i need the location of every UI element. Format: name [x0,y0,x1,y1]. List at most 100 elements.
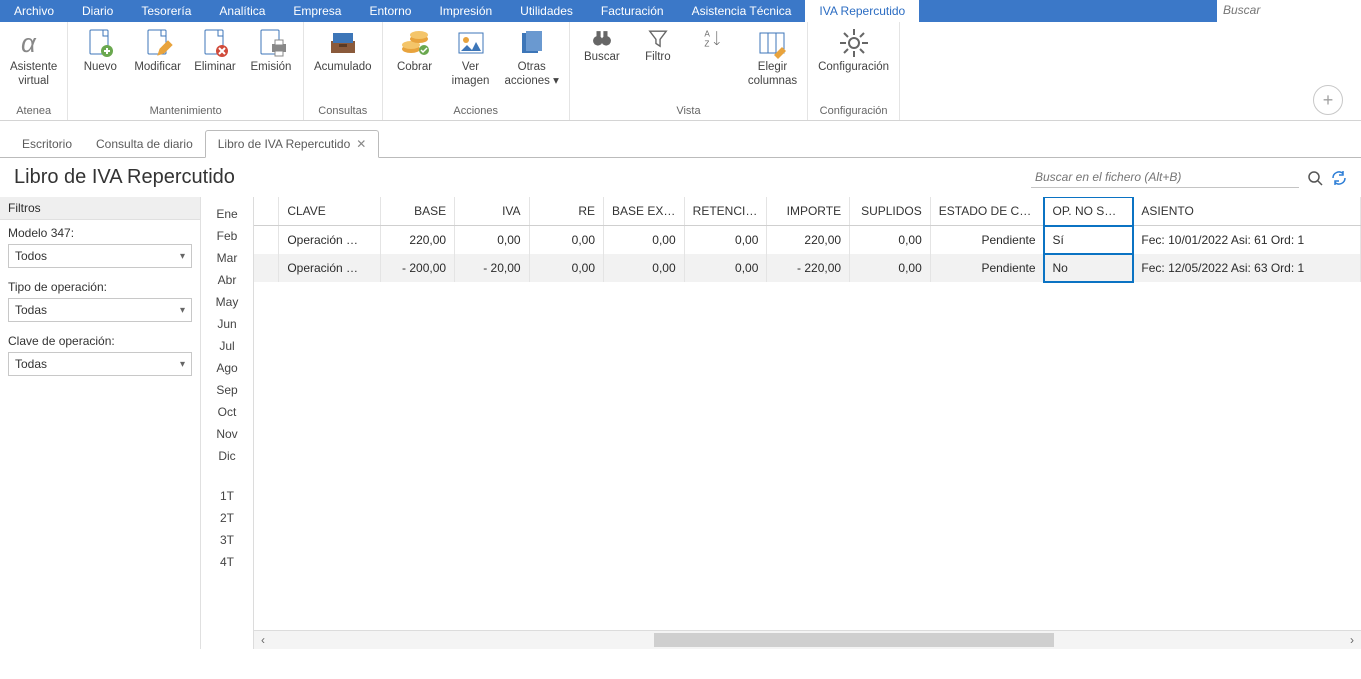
elegir-columnas-label: columnas [748,75,797,89]
cell-op_no_sujeta: No [1044,254,1133,282]
period-3t[interactable]: 3T [201,529,253,551]
cobrar-label: Cobrar [397,61,432,75]
cell-asiento: Fec: 10/01/2022 Asi: 61 Ord: 1 [1133,226,1361,255]
col-iva[interactable]: IVA [455,197,529,226]
menu-asistencia-técnica[interactable]: Asistencia Técnica [678,0,806,22]
menu-tesorería[interactable]: Tesorería [127,0,205,22]
document-tabs: EscritorioConsulta de diarioLibro de IVA… [0,121,1361,158]
cobrar-button[interactable]: Cobrar [387,25,443,77]
period-jul[interactable]: Jul [201,335,253,357]
alpha-icon: α [18,27,50,59]
eliminar-button[interactable]: Eliminar [187,25,243,77]
menu-facturación[interactable]: Facturación [587,0,678,22]
tab-consulta-de-diario[interactable]: Consulta de diario [84,131,205,157]
tipo-label: Tipo de operación: [8,280,107,294]
ribbon-group-mantenimiento: NuevoModificarEliminarEmisiónMantenimien… [68,22,304,120]
nuevo-button[interactable]: Nuevo [72,25,128,77]
ribbon-group-acciones: Cobrar VerimagenOtrasacciones ▾ Acciones [383,22,570,120]
col-importe[interactable]: IMPORTE [767,197,850,226]
close-icon[interactable]: ✕ [356,137,366,151]
menu-analítica[interactable]: Analítica [205,0,279,22]
svg-text:α: α [21,28,37,58]
emision-button[interactable]: Emisión [243,25,299,77]
col-base_exen[interactable]: BASE EXEN… [604,197,685,226]
filtro-button[interactable]: Filtro [630,25,686,67]
period-jun[interactable]: Jun [201,313,253,335]
buscar-button[interactable]: Buscar [574,25,630,67]
col-suplidos[interactable]: SUPLIDOS [850,197,931,226]
file-search[interactable] [1031,167,1299,188]
cols-icon [756,27,788,59]
orden-button[interactable]: AZ [686,25,742,53]
period-abr[interactable]: Abr [201,269,253,291]
global-search-input[interactable] [1217,0,1361,20]
period-feb[interactable]: Feb [201,225,253,247]
menu-impresión[interactable]: Impresión [425,0,506,22]
col-op_no_sujeta[interactable]: OP. NO SUJETA [1044,197,1133,226]
doc-pencil-icon [142,27,174,59]
cell-iva: 0,00 [455,226,529,255]
gear-icon [838,27,870,59]
period-oct[interactable]: Oct [201,401,253,423]
period-ene[interactable]: Ene [201,203,253,225]
col-clave[interactable]: CLAVE [279,197,380,226]
acumulado-button[interactable]: Acumulado [308,25,378,77]
menu-archivo[interactable]: Archivo [0,0,68,22]
add-tab-button[interactable]: + [1313,85,1343,115]
menu-entorno[interactable]: Entorno [355,0,425,22]
file-search-input[interactable] [1031,167,1299,187]
period-4t[interactable]: 4T [201,551,253,573]
hscrollbar[interactable]: ‹ › [254,630,1361,649]
menu-iva-repercutido[interactable]: IVA Repercutido [805,0,919,22]
ribbon-group-label: Configuración [812,103,895,120]
acumulado-label: Acumulado [314,61,372,75]
period-dic[interactable]: Dic [201,445,253,467]
search-icon[interactable] [1307,170,1323,186]
modificar-button[interactable]: Modificar [128,25,187,77]
period-ago[interactable]: Ago [201,357,253,379]
cell-suplidos: 0,00 [850,254,931,282]
table-row[interactable]: Operación …220,000,000,000,000,00220,000… [254,226,1361,255]
menu-diario[interactable]: Diario [68,0,127,22]
period-may[interactable]: May [201,291,253,313]
menu-utilidades[interactable]: Utilidades [506,0,587,22]
period-2t[interactable]: 2T [201,507,253,529]
data-grid[interactable]: CLAVEBASEIVAREBASE EXEN…RETENCIÓNIMPORTE… [254,197,1361,630]
col-estado[interactable]: ESTADO DE COBRO [930,197,1044,226]
modelo-label: Modelo 347: [8,226,74,240]
nuevo-label: Nuevo [84,61,117,75]
configuracion-button[interactable]: Configuración [812,25,895,77]
period-sep[interactable]: Sep [201,379,253,401]
asistente-virtual-button[interactable]: αAsistentevirtual [4,25,63,91]
scroll-left-icon[interactable]: ‹ [254,631,272,649]
scroll-thumb[interactable] [654,633,1054,647]
elegir-columnas-button[interactable]: Elegircolumnas [742,25,803,91]
refresh-icon[interactable] [1331,170,1347,186]
clave-select[interactable]: Todas▾ [8,352,192,376]
tab-escritorio[interactable]: Escritorio [10,131,84,157]
tipo-select[interactable]: Todas▾ [8,298,192,322]
cell-clave: Operación … [279,254,380,282]
table-row[interactable]: Operación …- 200,00- 20,000,000,000,00- … [254,254,1361,282]
ribbon-group-configuración: Configuración Configuración [808,22,900,120]
global-search[interactable] [1217,0,1361,22]
filters-panel: Filtros Modelo 347: Todos▾ Tipo de opera… [0,197,201,649]
modificar-label: Modificar [134,61,181,75]
binoc-icon [591,27,613,49]
otras-acciones-button[interactable]: Otrasacciones ▾ [499,25,565,91]
col-retencion[interactable]: RETENCIÓN [684,197,767,226]
ver-imagen-button[interactable]: Verimagen [443,25,499,91]
modelo-select[interactable]: Todos▾ [8,244,192,268]
ribbon-group-label: Acciones [387,103,565,120]
scroll-right-icon[interactable]: › [1343,631,1361,649]
col-asiento[interactable]: ASIENTO [1133,197,1361,226]
col-re[interactable]: RE [529,197,603,226]
col-base[interactable]: BASE [380,197,454,226]
ver-imagen-label: Ver [462,61,479,75]
period-mar[interactable]: Mar [201,247,253,269]
filtro-label: Filtro [645,51,671,65]
tab-libro-de-iva-repercutido[interactable]: Libro de IVA Repercutido✕ [205,130,380,158]
period-1t[interactable]: 1T [201,485,253,507]
period-nov[interactable]: Nov [201,423,253,445]
menu-empresa[interactable]: Empresa [279,0,355,22]
